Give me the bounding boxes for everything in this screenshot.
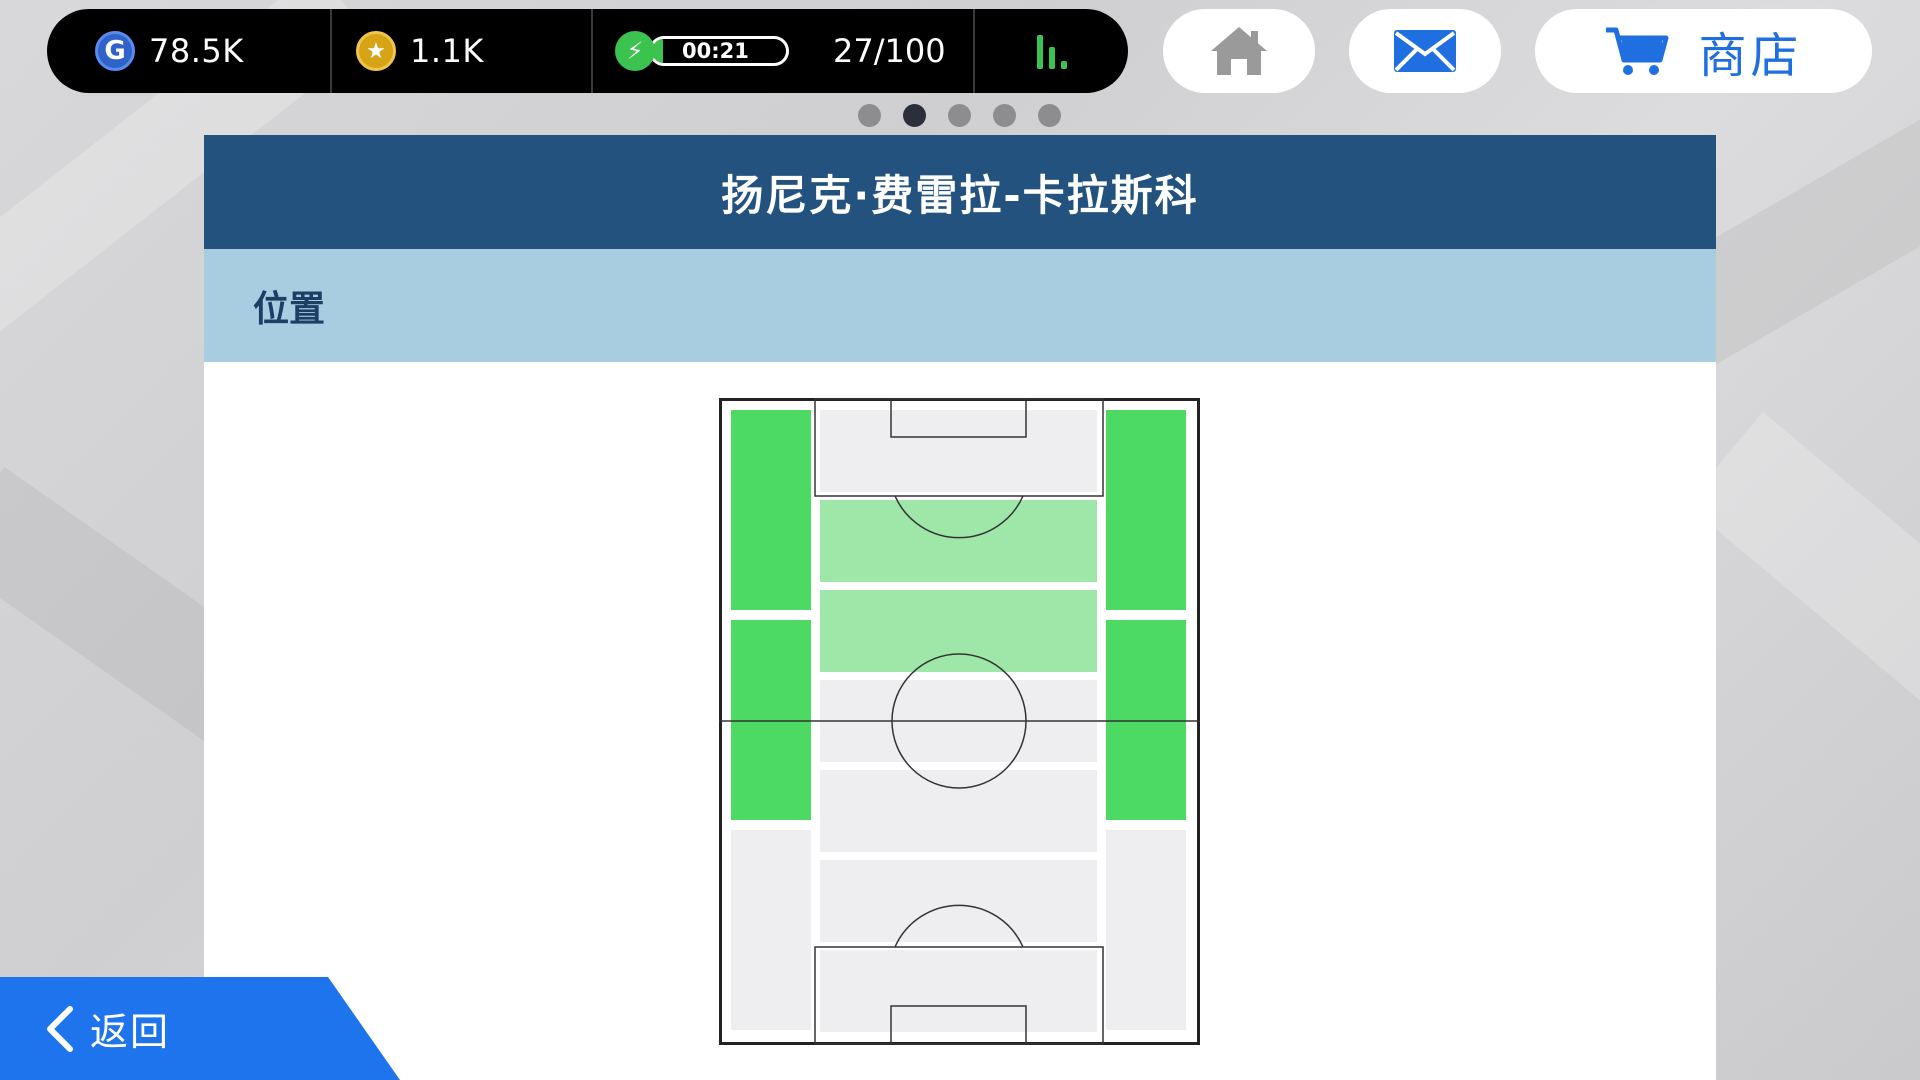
coin-value: 1.1K: [410, 32, 484, 70]
section-position-label: 位置: [204, 249, 1716, 362]
position-pitch-map: [719, 398, 1200, 1045]
status-bar: G 78.5K ★ 1.1K ⚡ 00:21 27/100: [47, 9, 1128, 93]
lightning-icon: ⚡: [615, 31, 655, 71]
stats-button[interactable]: [975, 9, 1128, 93]
shop-button[interactable]: 商店: [1535, 9, 1872, 93]
chevron-left-icon: [47, 1005, 73, 1052]
background-stripe: [1685, 411, 1920, 749]
stats-bars-icon: [1036, 33, 1067, 69]
page-dot-5[interactable]: [1038, 104, 1061, 127]
shop-label: 商店: [1698, 28, 1803, 84]
home-button[interactable]: [1163, 9, 1315, 93]
page-indicator: [858, 104, 1061, 127]
coin-counter[interactable]: ★ 1.1K: [332, 9, 593, 93]
gp-value: 78.5K: [149, 32, 244, 70]
back-label: 返回: [90, 1010, 171, 1054]
pitch-lines: [719, 398, 1200, 1045]
page-dot-1[interactable]: [858, 104, 881, 127]
page-dot-4[interactable]: [993, 104, 1016, 127]
energy-count: 27/100: [833, 32, 946, 70]
energy-counter[interactable]: ⚡ 00:21 27/100: [593, 9, 975, 93]
gp-counter[interactable]: G 78.5K: [47, 9, 332, 93]
mail-icon: [1394, 30, 1456, 72]
energy-progress-bar: 00:21: [649, 36, 789, 66]
page-dot-2[interactable]: [903, 104, 926, 127]
home-icon: [1211, 27, 1267, 75]
mail-button[interactable]: [1349, 9, 1501, 93]
energy-timer: 00:21: [682, 39, 749, 63]
gp-icon: G: [95, 31, 135, 71]
cart-icon: [1606, 27, 1669, 75]
page-dot-3[interactable]: [948, 104, 971, 127]
star-coin-icon: ★: [356, 31, 396, 71]
player-panel: 扬尼克·费雷拉-卡拉斯科 位置: [204, 135, 1716, 1080]
player-name: 扬尼克·费雷拉-卡拉斯科: [204, 135, 1716, 249]
